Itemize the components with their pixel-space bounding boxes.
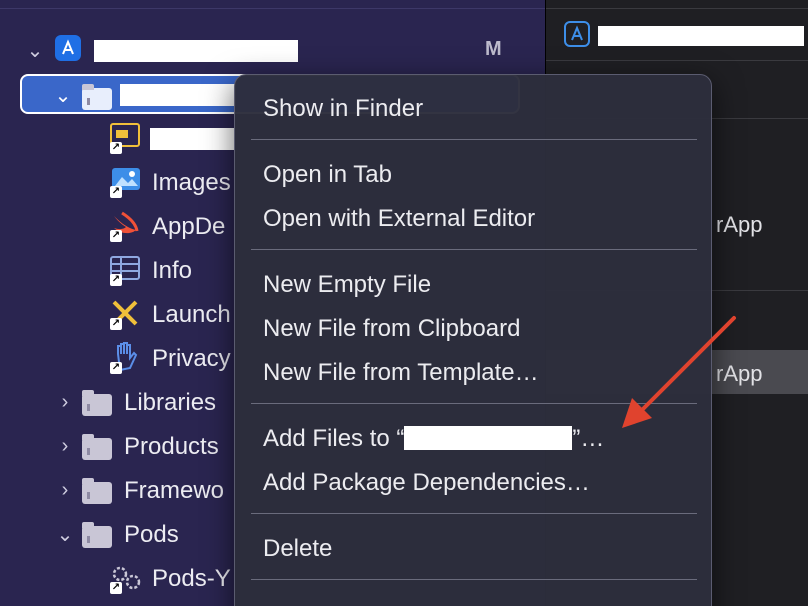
alias-arrow-icon: ↗	[110, 142, 122, 154]
folder-icon	[82, 84, 112, 110]
divider	[546, 8, 808, 9]
menu-separator	[251, 249, 697, 250]
menu-item-new-empty-file[interactable]: New Empty File	[263, 271, 431, 299]
menu-item-show-in-finder[interactable]: Show in Finder	[263, 95, 423, 123]
menu-item-open-with-external-editor[interactable]: Open with External Editor	[263, 205, 535, 233]
menu-separator	[251, 513, 697, 514]
menu-separator	[251, 579, 697, 580]
alias-arrow-icon: ↗	[110, 362, 122, 374]
file-label: Launch	[152, 301, 231, 328]
alias-arrow-icon: ↗	[110, 230, 122, 242]
menu-separator	[251, 403, 697, 404]
folder-icon	[82, 522, 112, 548]
context-menu: Show in Finder Open in Tab Open with Ext…	[234, 74, 712, 606]
file-label: Images	[152, 169, 231, 196]
project-row[interactable]: ⌄ M	[0, 28, 545, 72]
xcode-window: ⌄ M ⌄ ↗ ↗ Images ↗ AppDe ↗ Info ↗ Launch…	[0, 0, 808, 606]
app-store-icon	[55, 35, 81, 61]
divider	[546, 60, 808, 61]
divider	[0, 8, 545, 9]
chevron-down-icon[interactable]: ⌄	[52, 84, 74, 107]
add-files-prefix: Add Files to “	[263, 425, 405, 452]
chevron-right-icon[interactable]: ›	[54, 391, 76, 413]
menu-item-delete[interactable]: Delete	[263, 535, 332, 563]
chevron-right-icon[interactable]: ›	[54, 435, 76, 457]
folder-icon	[82, 478, 112, 504]
menu-item-add-files[interactable]: Add Files to “ ”…	[263, 425, 604, 453]
alias-arrow-icon: ↗	[110, 186, 122, 198]
target-label[interactable]: rApp	[716, 212, 806, 238]
file-label: Privacy	[152, 345, 231, 372]
target-label[interactable]: rApp	[716, 361, 806, 387]
group-label: Products	[124, 433, 219, 460]
file-label: Pods-Y	[152, 565, 231, 592]
menu-item-open-in-tab[interactable]: Open in Tab	[263, 161, 392, 189]
alias-arrow-icon: ↗	[110, 582, 122, 594]
file-label: AppDe	[152, 213, 226, 240]
app-store-icon	[564, 21, 590, 47]
group-label: Pods	[124, 521, 179, 548]
file-label: Info	[152, 257, 193, 284]
redacted-file-name	[150, 128, 234, 150]
redacted-folder-name	[120, 84, 236, 106]
menu-item-add-package-dependencies[interactable]: Add Package Dependencies…	[263, 469, 590, 497]
menu-separator	[251, 139, 697, 140]
menu-item-new-file-from-clipboard[interactable]: New File from Clipboard	[263, 315, 520, 343]
redacted-project-name	[404, 426, 573, 450]
folder-icon	[82, 434, 112, 460]
alias-arrow-icon: ↗	[110, 318, 122, 330]
source-control-badge: M	[485, 38, 502, 60]
group-label: Libraries	[124, 389, 217, 416]
redacted-target-name	[598, 26, 804, 46]
chevron-down-icon[interactable]: ⌄	[54, 523, 76, 546]
chevron-down-icon[interactable]: ⌄	[24, 39, 46, 62]
redacted-project-name	[94, 40, 298, 62]
add-files-suffix: ”…	[572, 425, 605, 452]
alias-arrow-icon: ↗	[110, 274, 122, 286]
chevron-right-icon[interactable]: ›	[54, 479, 76, 501]
menu-item-new-file-from-template[interactable]: New File from Template…	[263, 359, 539, 387]
group-label: Framewo	[124, 477, 225, 504]
folder-icon	[82, 390, 112, 416]
